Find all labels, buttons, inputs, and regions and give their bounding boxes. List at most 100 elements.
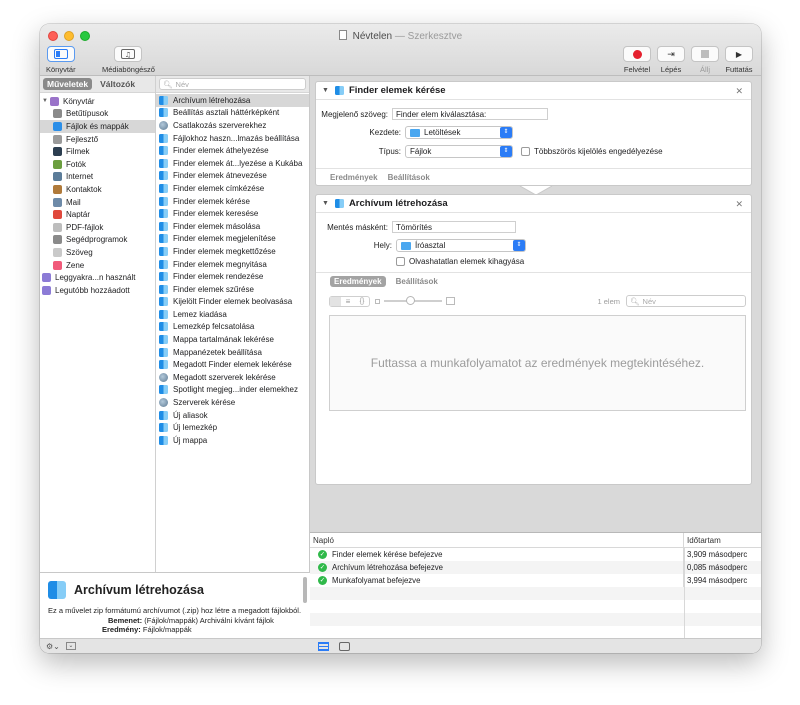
smart-folder-icon — [42, 285, 51, 295]
show-variables-icon[interactable] — [339, 641, 350, 651]
where-popup[interactable]: Íróasztal ⇕ — [396, 239, 526, 252]
action-item[interactable]: Archívum létrehozása — [156, 94, 309, 107]
action-item[interactable]: Finder elemek másolása — [156, 220, 309, 233]
tab-actions[interactable]: Műveletek — [43, 78, 93, 90]
description-toggle-icon[interactable]: ⌄ — [65, 642, 76, 650]
action-item[interactable]: Mappanézetek beállítása — [156, 346, 309, 359]
action-item-label: Finder elemek címkézése — [173, 183, 265, 193]
log-row[interactable]: ✓ Finder elemek kérése befejezve 3,909 más… — [310, 548, 761, 561]
results-search-input[interactable]: 🔍︎ Név — [626, 295, 746, 307]
record-button[interactable]: Felvétel — [623, 46, 651, 74]
tab-variables[interactable]: Változók — [96, 78, 139, 90]
action-item[interactable]: Új mappa — [156, 434, 309, 447]
library-item[interactable]: Fájlok és mappák — [40, 120, 155, 133]
action-item[interactable]: Megadott Finder elemek lekérése — [156, 358, 309, 371]
automator-window: Névtelen — Szerkesztve Könyvtár ♫ Médiab… — [40, 24, 761, 653]
action-item[interactable]: Új aliasok — [156, 409, 309, 422]
type-popup[interactable]: Fájlok ⇕ — [405, 145, 513, 158]
description-scrollbar[interactable] — [303, 577, 307, 603]
library-sidebar-icon — [53, 49, 68, 59]
library-item[interactable]: Zene — [40, 259, 155, 272]
library-button[interactable]: Könyvtár — [46, 46, 76, 74]
collapse-triangle-icon[interactable]: ▼ — [322, 200, 329, 207]
action-item-label: Finder elemek rendezése — [173, 272, 264, 282]
start-at-popup[interactable]: Letöltések ⇕ — [405, 126, 513, 139]
step-button[interactable]: ⇥ Lépés — [657, 46, 685, 74]
library-item[interactable]: Betűtípusok — [40, 108, 155, 121]
stop-button[interactable]: Állj — [691, 46, 719, 74]
library-item-label: Segédprogramok — [66, 235, 128, 245]
multi-select-checkbox[interactable]: Többszörös kijelölés engedélyezése — [521, 147, 663, 156]
code-view-icon[interactable]: {} — [355, 297, 369, 306]
action-item[interactable]: Fájlokhoz haszn...lmazás beállítása — [156, 132, 309, 145]
tab-results[interactable]: Eredmények — [330, 173, 378, 182]
pdf-icon — [53, 222, 62, 232]
column-divider — [684, 548, 685, 639]
globe-icon — [159, 372, 168, 382]
action-item[interactable]: Finder elemek rendezése — [156, 270, 309, 283]
library-item[interactable]: Leggyakra...n használt — [40, 271, 155, 284]
action-item[interactable]: Finder elemek címkézése — [156, 182, 309, 195]
action-item[interactable]: Finder elemek megkettőzése — [156, 245, 309, 258]
action-item[interactable]: Finder elemek megnyitása — [156, 258, 309, 271]
library-root[interactable]: ▼ Könyvtár — [40, 95, 155, 108]
collapse-triangle-icon[interactable]: ▼ — [322, 87, 329, 94]
library-item[interactable]: Fejlesztő — [40, 133, 155, 146]
action-item[interactable]: Finder elemek megjelenítése — [156, 233, 309, 246]
library-item-label: Leggyakra...n használt — [55, 273, 136, 283]
library-tabs: Műveletek Változók — [40, 76, 155, 93]
disclosure-triangle-icon[interactable]: ▼ — [42, 98, 50, 104]
log-row[interactable]: ✓ Munkafolyamat befejezve 3,994 másodperc — [310, 574, 761, 587]
library-item[interactable]: Kontaktok — [40, 183, 155, 196]
tab-options[interactable]: Beállítások — [388, 173, 430, 182]
save-as-field[interactable]: Tömörítés — [392, 221, 516, 233]
library-item[interactable]: Legutóbb hozzáadott — [40, 284, 155, 297]
library-item[interactable]: Internet — [40, 171, 155, 184]
library-item[interactable]: Segédprogramok — [40, 234, 155, 247]
action-item[interactable]: Finder elemek át...lyezése a Kukába — [156, 157, 309, 170]
library-item[interactable]: PDF-fájlok — [40, 221, 155, 234]
show-log-icon[interactable] — [318, 641, 329, 651]
library-item[interactable]: Fotók — [40, 158, 155, 171]
action-item[interactable]: Finder elemek átnevezése — [156, 170, 309, 183]
action-item[interactable]: Finder elemek keresése — [156, 207, 309, 220]
action-item[interactable]: Beállítás asztali háttérképként — [156, 107, 309, 120]
library-item[interactable]: Mail — [40, 196, 155, 209]
action-search-input[interactable]: 🔍︎ Név — [159, 78, 306, 90]
prompt-field[interactable]: Finder elem kiválasztása: — [392, 108, 548, 120]
library-item[interactable]: Filmek — [40, 145, 155, 158]
action-item[interactable]: Kijelölt Finder elemek beolvasása — [156, 296, 309, 309]
library-list: ▼ Könyvtár Betűtípusok Fájlok és mappák Fe… — [40, 93, 155, 297]
run-button[interactable]: ▶ Futtatás — [725, 46, 753, 74]
action-item[interactable]: Spotlight megjeg...inder elemekhez — [156, 384, 309, 397]
size-slider[interactable] — [384, 296, 442, 305]
action-item-label: Lemezkép felcsatolása — [173, 322, 255, 332]
action-item[interactable]: Finder elemek szűrése — [156, 283, 309, 296]
action-item[interactable]: Finder elemek kérése — [156, 195, 309, 208]
action-item[interactable]: Új lemezkép — [156, 421, 309, 434]
log-column-header[interactable]: Napló — [310, 533, 684, 547]
ignore-unreadable-checkbox[interactable]: Olvashatatlan elemek kihagyása — [396, 257, 524, 266]
save-as-label: Mentés másként: — [327, 222, 388, 232]
gear-menu-icon[interactable]: ⚙︎⌄ — [46, 642, 60, 651]
log-row[interactable]: ✓ Archívum létrehozása befejezve 0,085 más… — [310, 561, 761, 574]
close-icon[interactable]: ✕ — [735, 199, 743, 210]
library-item[interactable]: Szöveg — [40, 246, 155, 259]
slider-knob[interactable] — [406, 296, 415, 305]
view-mode-segment[interactable]: ≡ {} — [329, 295, 370, 307]
action-item[interactable]: Megadott szerverek lekérése — [156, 371, 309, 384]
action-item[interactable]: Finder elemek áthelyezése — [156, 144, 309, 157]
tab-results[interactable]: Eredmények — [330, 275, 386, 287]
duration-column-header[interactable]: Időtartam — [684, 533, 721, 547]
action-item[interactable]: Csatlakozás szerverekhez — [156, 119, 309, 132]
tab-options[interactable]: Beállítások — [396, 277, 438, 286]
list-view-icon[interactable]: ≡ — [341, 297, 355, 306]
close-icon[interactable]: ✕ — [735, 86, 743, 97]
action-item[interactable]: Szerverek kérése — [156, 396, 309, 409]
action-item[interactable]: Mappa tartalmának lekérése — [156, 333, 309, 346]
library-item[interactable]: Naptár — [40, 208, 155, 221]
icon-view-icon[interactable] — [330, 296, 341, 306]
action-item[interactable]: Lemezkép felcsatolása — [156, 321, 309, 334]
action-item[interactable]: Lemez kiadása — [156, 308, 309, 321]
media-browser-button[interactable]: ♫ Médiaböngésző — [102, 46, 155, 74]
